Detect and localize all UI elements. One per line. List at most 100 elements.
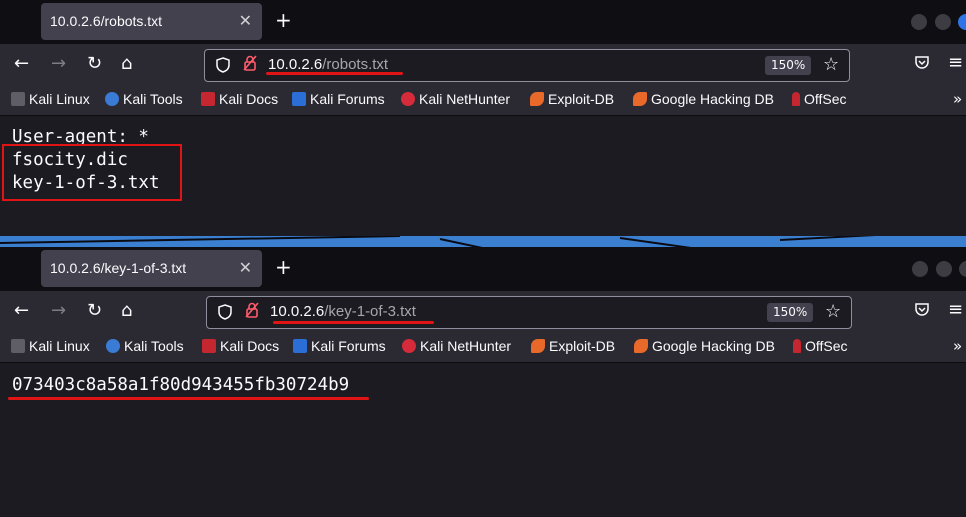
url-host: 10.0.2.6 (268, 56, 323, 73)
highlight-box (2, 144, 182, 201)
bookmark-label: Kali Linux (29, 338, 90, 354)
bookmark-kali-linux[interactable]: Kali Linux (11, 91, 90, 107)
pocket-icon[interactable] (914, 55, 930, 74)
bookmark-label: Google Hacking DB (651, 91, 774, 107)
shield-icon[interactable] (216, 57, 230, 77)
url-path: /key-1-of-3.txt (324, 303, 416, 320)
url-underline (266, 72, 403, 75)
shield-icon[interactable] (218, 304, 232, 324)
url-text[interactable]: 10.0.2.6/robots.txt (268, 56, 388, 73)
url-underline (273, 321, 434, 324)
back-button[interactable]: ← (14, 54, 29, 74)
exploit-db-icon (530, 92, 544, 106)
zoom-indicator[interactable]: 150% (765, 56, 812, 75)
bookmark-kali-tools[interactable]: Kali Tools (105, 91, 183, 107)
new-tab-button[interactable]: + (275, 8, 292, 32)
tab-bar: 10.0.2.6/key-1-of-3.txt ✕ + (0, 247, 966, 291)
url-path: /robots.txt (322, 56, 389, 73)
reload-button[interactable]: ↻ (87, 301, 102, 321)
close-window-button[interactable] (958, 14, 966, 30)
bookmark-label: Kali Linux (29, 91, 90, 107)
nethunter-icon (401, 92, 415, 106)
close-window-button[interactable] (959, 261, 966, 277)
flag-hash-text: 073403c8a58a1f80d943455fb30724b9 (12, 375, 350, 395)
bookmark-kali-forums[interactable]: Kali Forums (293, 338, 386, 354)
bookmarks-toolbar: Kali Linux Kali Tools Kali Docs Kali For… (0, 333, 966, 363)
bookmark-star-icon[interactable]: ☆ (823, 54, 839, 75)
desktop-wallpaper (0, 236, 966, 247)
exploit-db-icon (531, 339, 545, 353)
browser-window-robots: 10.0.2.6/robots.txt ✕ + ← → ↻ ⌂ 10.0.2.6… (0, 0, 966, 236)
bookmark-star-icon[interactable]: ☆ (825, 301, 841, 322)
kali-tools-icon (106, 339, 120, 353)
bookmark-label: OffSec (805, 338, 848, 354)
menu-icon[interactable]: ≡ (948, 52, 963, 73)
kali-tools-icon (105, 92, 119, 106)
more-bookmarks-icon[interactable]: » (953, 90, 962, 108)
maximize-button[interactable] (936, 261, 952, 277)
page-content: User-agent: * fsocity.dic key-1-of-3.txt (0, 116, 966, 236)
bookmark-label: Kali Tools (124, 338, 184, 354)
ghdb-icon (634, 339, 648, 353)
new-tab-button[interactable]: + (275, 255, 292, 279)
back-button[interactable]: ← (14, 301, 29, 321)
bookmark-kali-docs[interactable]: Kali Docs (202, 338, 279, 354)
kali-docs-icon (201, 92, 215, 106)
bookmark-exploit-db[interactable]: Exploit-DB (530, 91, 614, 107)
tab-bar: 10.0.2.6/robots.txt ✕ + (0, 0, 966, 44)
bookmarks-toolbar: Kali Linux Kali Tools Kali Docs Kali For… (0, 86, 966, 116)
bookmark-exploit-db[interactable]: Exploit-DB (531, 338, 615, 354)
bookmark-google-hacking-db[interactable]: Google Hacking DB (633, 91, 774, 107)
bookmark-kali-linux[interactable]: Kali Linux (11, 338, 90, 354)
minimize-button[interactable] (912, 261, 928, 277)
bookmark-offsec[interactable]: OffSec (793, 338, 848, 354)
bookmark-label: Google Hacking DB (652, 338, 775, 354)
kali-dragon-icon (11, 92, 25, 106)
browser-window-key: 10.0.2.6/key-1-of-3.txt ✕ + ← → ↻ ⌂ 10.0… (0, 247, 966, 517)
insecure-lock-icon[interactable] (243, 55, 257, 75)
maximize-button[interactable] (935, 14, 951, 30)
bookmark-kali-nethunter[interactable]: Kali NetHunter (402, 338, 511, 354)
more-bookmarks-icon[interactable]: » (953, 337, 962, 355)
home-button[interactable]: ⌂ (121, 301, 132, 321)
forward-button[interactable]: → (51, 301, 66, 321)
url-bar[interactable]: 10.0.2.6/key-1-of-3.txt 150% ☆ (206, 296, 852, 329)
tab-key[interactable]: 10.0.2.6/key-1-of-3.txt ✕ (41, 250, 262, 287)
bookmark-kali-tools[interactable]: Kali Tools (106, 338, 184, 354)
hash-underline (8, 397, 369, 400)
bookmark-label: Kali NetHunter (420, 338, 512, 354)
home-button[interactable]: ⌂ (121, 54, 132, 74)
kali-docs-icon (202, 339, 216, 353)
insecure-lock-icon[interactable] (245, 302, 259, 322)
bookmark-label: Exploit-DB (548, 91, 615, 107)
kali-dragon-icon (11, 339, 25, 353)
tab-robots[interactable]: 10.0.2.6/robots.txt ✕ (41, 3, 262, 40)
kali-forums-icon (293, 339, 307, 353)
bookmark-label: Kali Forums (310, 91, 385, 107)
bookmark-label: Kali NetHunter (419, 91, 511, 107)
url-text[interactable]: 10.0.2.6/key-1-of-3.txt (270, 303, 416, 320)
zoom-indicator[interactable]: 150% (767, 303, 814, 322)
bookmark-kali-nethunter[interactable]: Kali NetHunter (401, 91, 510, 107)
bookmark-offsec[interactable]: OffSec (792, 91, 847, 107)
ghdb-icon (633, 92, 647, 106)
nav-toolbar: ← → ↻ ⌂ 10.0.2.6/robots.txt 150% ☆ ≡ (0, 44, 966, 86)
reload-button[interactable]: ↻ (87, 54, 102, 74)
tab-title: 10.0.2.6/robots.txt (50, 13, 163, 29)
bookmark-google-hacking-db[interactable]: Google Hacking DB (634, 338, 775, 354)
url-bar[interactable]: 10.0.2.6/robots.txt 150% ☆ (204, 49, 850, 82)
page-content: 073403c8a58a1f80d943455fb30724b9 (0, 363, 966, 517)
tab-title: 10.0.2.6/key-1-of-3.txt (50, 260, 187, 276)
bookmark-kali-docs[interactable]: Kali Docs (201, 91, 278, 107)
minimize-button[interactable] (911, 14, 927, 30)
forward-button[interactable]: → (51, 54, 66, 74)
url-host: 10.0.2.6 (270, 303, 325, 320)
bookmark-label: Kali Docs (220, 338, 280, 354)
bookmark-label: OffSec (804, 91, 847, 107)
kali-forums-icon (292, 92, 306, 106)
menu-icon[interactable]: ≡ (948, 299, 963, 320)
close-tab-icon[interactable]: ✕ (239, 258, 252, 277)
pocket-icon[interactable] (914, 302, 930, 321)
close-tab-icon[interactable]: ✕ (239, 11, 252, 30)
bookmark-kali-forums[interactable]: Kali Forums (292, 91, 385, 107)
